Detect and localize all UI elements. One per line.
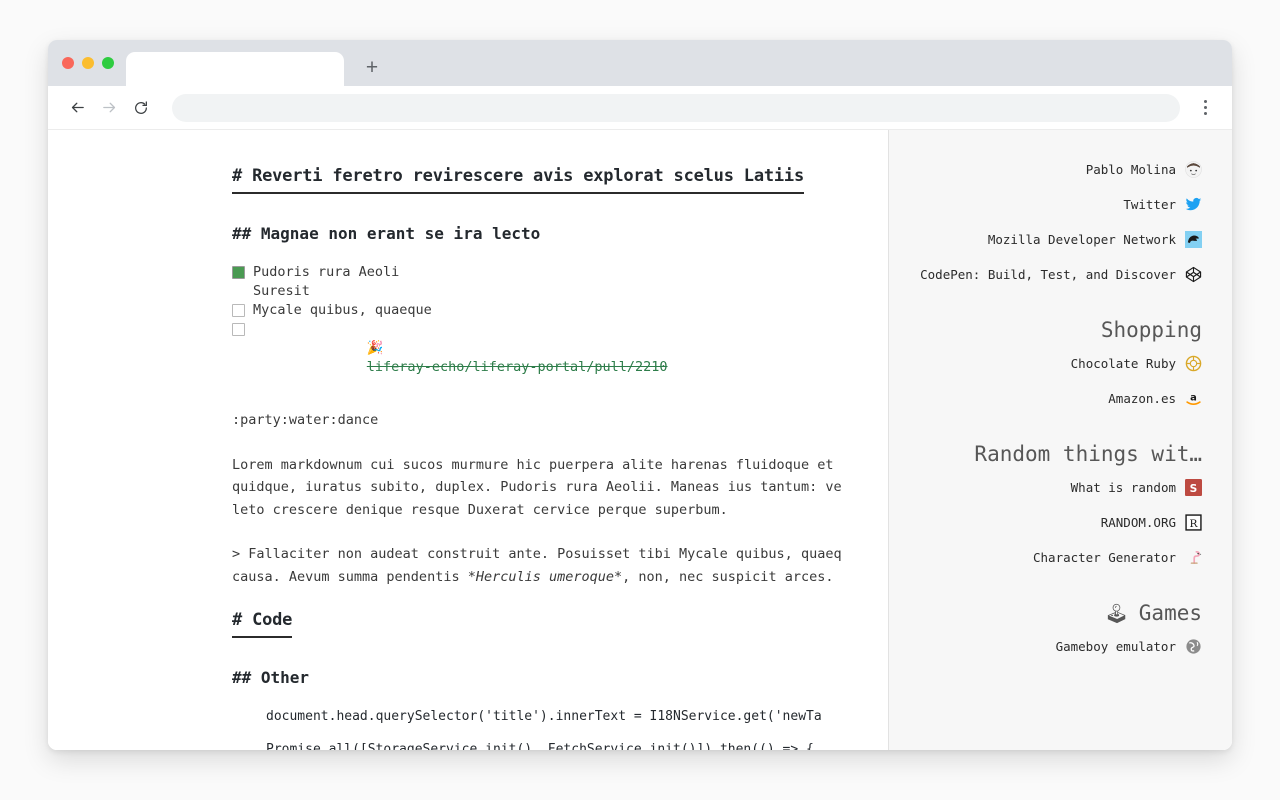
list-indent-spacer — [232, 285, 245, 298]
three-dots-icon — [1203, 106, 1207, 109]
list-item-label: Suresit — [253, 283, 310, 299]
url-input[interactable] — [172, 93, 1180, 122]
section-subtitle: ## Magnae non erant se ira lecto — [232, 224, 541, 243]
sidebar-link-label: Amazon.es — [1108, 391, 1176, 406]
sidebar-link-character-generator[interactable]: Character Generator — [899, 540, 1202, 575]
page-title: # Reverti feretro revirescere avis explo… — [232, 166, 804, 194]
code-block: Promise.all([StorageService.init(), Fetc… — [266, 742, 814, 750]
flamingo-icon — [1190, 550, 1202, 565]
maximize-window-button[interactable] — [102, 57, 114, 69]
sidebar-link-random-org[interactable]: RANDOM.ORG R — [899, 505, 1202, 540]
svg-text:a: a — [1190, 393, 1197, 404]
blockquote-paragraph: > Fallaciter non audeat construit ante. … — [232, 543, 888, 588]
reload-icon — [135, 100, 147, 114]
svg-text:S: S — [1190, 482, 1198, 495]
list-item[interactable]: Suresit — [232, 282, 888, 301]
list-item[interactable]: 🎉 liferay-echo/liferay-portal/pull/2210 — [232, 320, 888, 396]
sidebar-section-label: Games — [1138, 601, 1202, 625]
sidebar-section-title-random: Random things wit… — [899, 442, 1202, 466]
code-heading: # Code — [232, 610, 292, 638]
sidebar-link-chocolate-ruby[interactable]: Chocolate Ruby — [899, 346, 1202, 381]
browser-tab[interactable] — [126, 52, 344, 86]
mdn-icon — [1185, 231, 1202, 248]
sidebar-link-label: Twitter — [1123, 197, 1176, 212]
sidebar-link-pablo-molina[interactable]: Pablo Molina — [899, 152, 1202, 187]
sidebar-section-label: Random things wit… — [974, 442, 1202, 466]
pull-request-link[interactable]: liferay-echo/liferay-portal/pull/2210 — [367, 359, 668, 375]
random-org-icon: R — [1185, 514, 1202, 531]
sidebar-link-mdn[interactable]: Mozilla Developer Network — [899, 222, 1202, 257]
sidebar-link-what-is-random[interactable]: What is random S — [899, 470, 1202, 505]
list-item-label: Mycale quibus, quaeque — [253, 302, 432, 318]
browser-toolbar — [48, 86, 1232, 130]
sidebar-link-label: What is random — [1070, 480, 1176, 495]
globe-icon — [1186, 639, 1201, 654]
list-item[interactable]: Pudoris rura Aeoli — [232, 263, 888, 282]
quote-emphasis: *Herculis umeroque* — [467, 568, 623, 585]
markdown-content: # Reverti feretro revirescere avis explo… — [48, 130, 888, 750]
sidebar-link-label: Gameboy emulator — [1055, 639, 1176, 654]
sidebar-link-codepen[interactable]: CodePen: Build, Test, and Discover — [899, 257, 1202, 292]
other-heading: ## Other — [232, 668, 310, 687]
forward-button[interactable] — [94, 93, 124, 123]
quote-text-post: , non, nec suspicit arces. — [622, 568, 834, 585]
bookmarks-sidebar: Pablo Molina Twitter Mozilla Developer N… — [888, 130, 1232, 750]
three-dots-icon — [1203, 112, 1207, 115]
codepen-icon — [1185, 266, 1202, 283]
chocolate-ruby-icon — [1185, 355, 1202, 372]
window-controls — [60, 40, 120, 86]
sidebar-link-label: Pablo Molina — [1085, 162, 1176, 177]
code-block: document.head.querySelector('title').inn… — [266, 709, 822, 724]
stackoverflow-s-icon: S — [1185, 479, 1202, 496]
body-paragraph: Lorem markdownum cui sucos murmure hic p… — [232, 456, 842, 518]
sidebar-link-twitter[interactable]: Twitter — [899, 187, 1202, 222]
task-list: Pudoris rura Aeoli Suresit Mycale quibus… — [232, 263, 888, 396]
checkbox-checked-icon[interactable] — [232, 266, 245, 279]
sidebar-section-title-shopping: Shopping — [899, 318, 1202, 342]
browser-window: + # Reverti feretro revirescere avis exp… — [48, 40, 1232, 750]
sidebar-link-label: Character Generator — [1033, 550, 1176, 565]
list-item-label: Pudoris rura Aeoli — [253, 264, 400, 280]
sidebar-section-title-games: 🕹 Games — [899, 601, 1202, 625]
arrow-left-icon — [71, 102, 84, 113]
joystick-icon: 🕹 — [1104, 602, 1129, 625]
page-viewport: # Reverti feretro revirescere avis explo… — [48, 130, 1232, 750]
new-tab-button[interactable]: + — [358, 54, 386, 82]
list-item[interactable]: Mycale quibus, quaeque — [232, 301, 888, 320]
sidebar-section-label: Shopping — [1100, 318, 1202, 342]
party-popper-icon: 🎉 — [366, 340, 384, 356]
face-avatar-icon — [1185, 161, 1202, 178]
back-button[interactable] — [62, 93, 92, 123]
close-window-button[interactable] — [62, 57, 74, 69]
tab-strip: + — [48, 40, 1232, 86]
browser-menu-button[interactable] — [1192, 93, 1218, 123]
checkbox-icon[interactable] — [232, 323, 245, 336]
sidebar-link-label: CodePen: Build, Test, and Discover — [920, 267, 1176, 282]
amazon-icon: a — [1186, 393, 1201, 405]
sidebar-link-label: Mozilla Developer Network — [987, 232, 1176, 247]
reload-button[interactable] — [126, 93, 156, 123]
twitter-icon — [1185, 197, 1202, 211]
minimize-window-button[interactable] — [82, 57, 94, 69]
emoji-shortcodes: :party:water:dance — [232, 412, 379, 428]
svg-text:R: R — [1190, 517, 1199, 530]
arrow-right-icon — [102, 102, 115, 113]
sidebar-link-label: RANDOM.ORG — [1100, 515, 1176, 530]
sidebar-link-gameboy-emulator[interactable]: Gameboy emulator — [899, 629, 1202, 664]
address-bar[interactable] — [172, 93, 1180, 122]
checkbox-icon[interactable] — [232, 304, 245, 317]
three-dots-icon — [1203, 100, 1207, 103]
sidebar-link-amazon[interactable]: Amazon.es a — [899, 381, 1202, 416]
sidebar-link-label: Chocolate Ruby — [1070, 356, 1176, 371]
